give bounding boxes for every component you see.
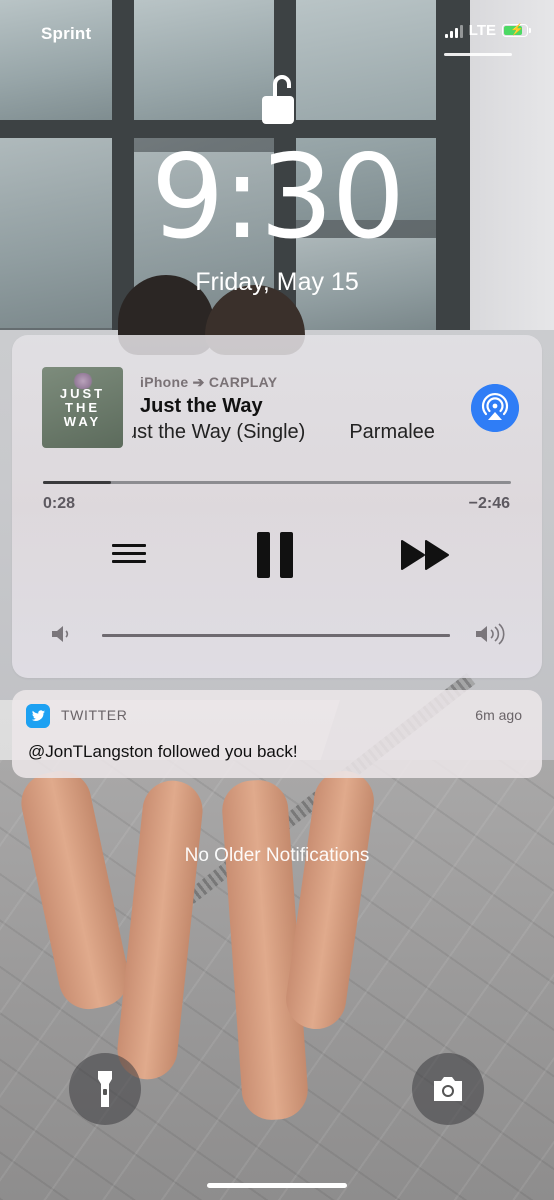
twitter-bird-icon	[26, 704, 50, 728]
remaining-time: −2:46	[468, 495, 510, 512]
lock-screen-time: 9:30	[150, 130, 406, 265]
flashlight-icon	[98, 1071, 112, 1107]
no-older-notifications-label: No Older Notifications	[184, 845, 370, 866]
airplay-icon[interactable]	[471, 384, 519, 432]
camera-icon	[434, 1077, 462, 1101]
unlocked-padlock-icon	[262, 75, 294, 124]
pause-icon	[257, 532, 270, 578]
twitter-notification[interactable]: TWITTER 6m ago @JonTLangston followed yo…	[12, 690, 542, 778]
song-title: Just the Way	[140, 395, 263, 417]
volume-slider[interactable]	[102, 634, 450, 637]
volume-low-icon	[52, 626, 69, 642]
notification-app-name: TWITTER	[61, 707, 128, 723]
menu-icon	[112, 544, 146, 547]
network-type: LTE	[468, 22, 496, 39]
album-name: Just the Way (Single)	[132, 421, 306, 443]
cellular-signal-icon	[444, 24, 463, 38]
notification-body: @JonTLangston followed you back!	[28, 742, 298, 761]
lock-screen-date: Friday, May 15	[195, 268, 359, 296]
artist-name: Parmalee	[349, 421, 435, 443]
album-artwork[interactable]: JUST THE WAY	[42, 367, 123, 448]
fast-forward-button[interactable]	[400, 539, 452, 571]
home-indicator[interactable]	[207, 1183, 347, 1188]
volume-high-icon	[476, 623, 505, 645]
volume-level-fill	[102, 634, 450, 637]
playback-route: iPhone ➔ CARPLAY	[140, 374, 278, 390]
artwork-text-line: WAY	[63, 414, 102, 429]
menu-button[interactable]	[112, 544, 148, 568]
playback-progress-fill	[43, 481, 111, 484]
battery-icon: ⚡	[502, 24, 531, 37]
notification-time: 6m ago	[475, 707, 522, 723]
camera-button[interactable]	[412, 1053, 484, 1125]
playback-scrubber[interactable]	[43, 481, 511, 484]
now-playing-widget[interactable]: JUST THE WAY iPhone ➔ CARPLAY Just the W…	[12, 335, 542, 678]
song-subtitle: Just the Way (Single) Parmalee	[132, 421, 452, 449]
carrier-name: Sprint	[41, 24, 92, 43]
pause-button[interactable]	[257, 532, 295, 580]
control-center-indicator[interactable]	[444, 53, 512, 56]
status-indicators: LTE ⚡	[444, 22, 531, 39]
flashlight-button[interactable]	[69, 1053, 141, 1125]
elapsed-time: 0:28	[43, 495, 76, 512]
artwork-text-line: THE	[65, 400, 100, 415]
artwork-text-line: JUST	[59, 386, 106, 401]
